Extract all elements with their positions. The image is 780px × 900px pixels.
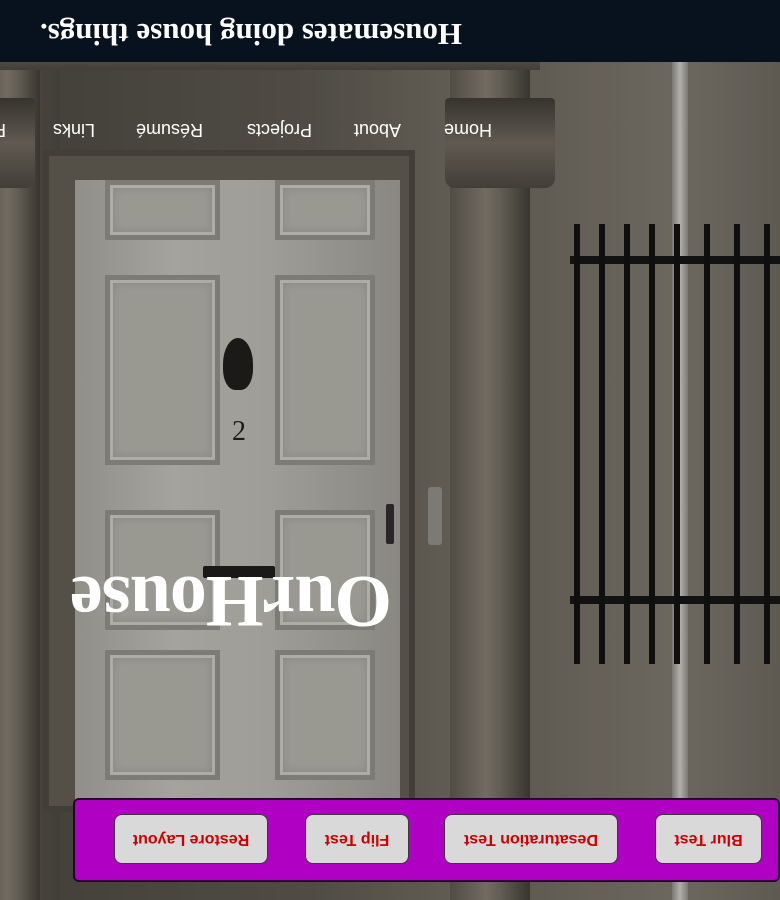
nav-item-links[interactable]: Links xyxy=(53,119,95,140)
nav-item-home[interactable]: Home xyxy=(444,119,492,140)
nav-item-partial[interactable]: F xyxy=(0,119,6,140)
nav-item-projects[interactable]: Projects xyxy=(247,119,312,140)
flipped-page: 2 Housemates doing house things. Home Ab… xyxy=(0,0,780,900)
nav-item-resume[interactable]: Résumé xyxy=(136,119,203,140)
test-toolbar: Blur Test Desaturation Test Flip Test Re… xyxy=(73,798,780,882)
desaturation-test-button[interactable]: Desaturation Test xyxy=(444,814,618,864)
site-tagline: Housemates doing house things. xyxy=(39,17,462,52)
flip-test-button[interactable]: Flip Test xyxy=(305,814,409,864)
blur-test-button[interactable]: Blur Test xyxy=(655,814,762,864)
nav-item-about[interactable]: About xyxy=(354,119,401,140)
hero-title: OurHouse xyxy=(71,560,392,642)
restore-layout-button[interactable]: Restore Layout xyxy=(114,814,268,864)
